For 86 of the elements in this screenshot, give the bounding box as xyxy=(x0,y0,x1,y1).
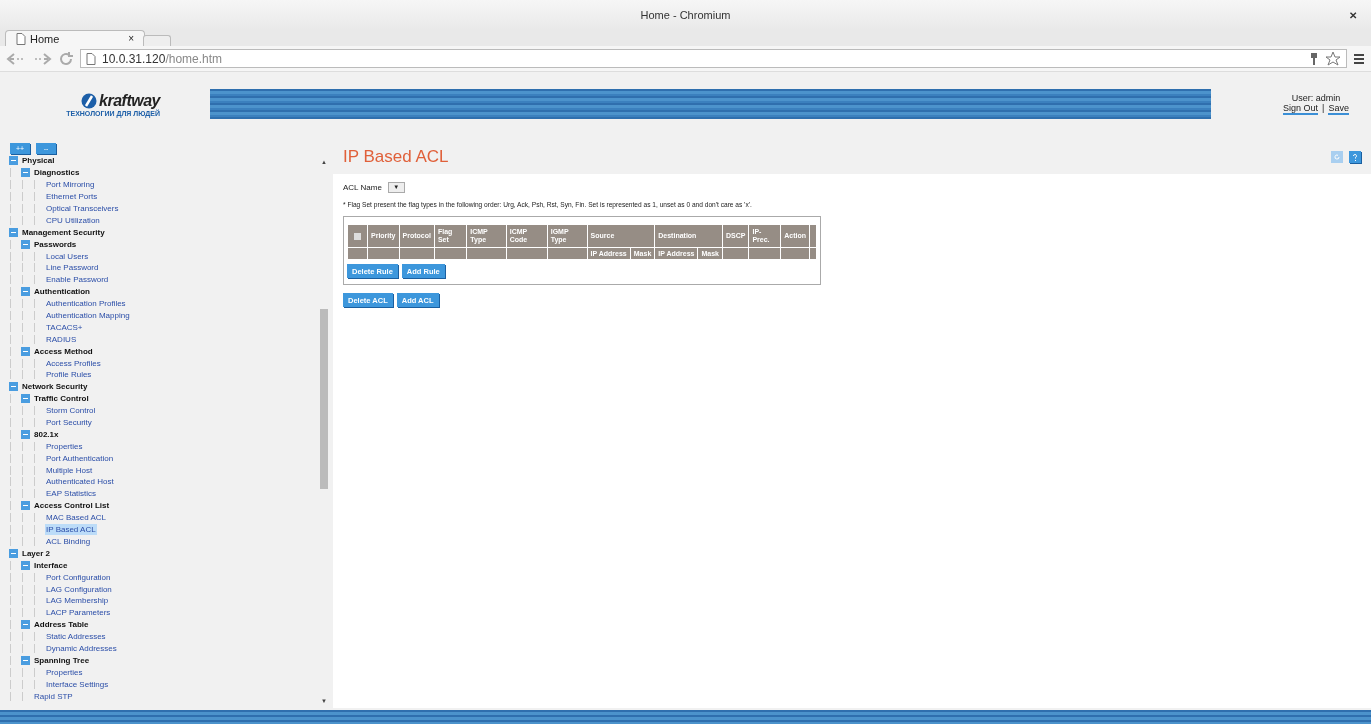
forward-icon[interactable] xyxy=(32,51,52,66)
tree-group[interactable]: Passwords xyxy=(34,238,77,250)
tree-link[interactable]: Local Users xyxy=(45,250,90,262)
new-tab-button[interactable] xyxy=(143,35,171,46)
user-label: User: admin xyxy=(1291,93,1341,103)
tree-link[interactable]: LAG Configuration xyxy=(45,583,113,595)
tree-group[interactable]: Authentication xyxy=(34,286,90,298)
tree-link[interactable]: Interface Settings xyxy=(45,678,110,690)
tree-link[interactable]: CPU Utilization xyxy=(45,214,101,226)
tree-link[interactable]: Properties xyxy=(45,666,84,678)
collapse-icon[interactable] xyxy=(9,156,18,166)
tree-group[interactable]: Interface xyxy=(34,559,68,571)
separator: | xyxy=(1322,103,1325,115)
tree-link[interactable]: Dynamic Addresses xyxy=(45,642,118,654)
tree-link[interactable]: LACP Parameters xyxy=(45,607,112,619)
refresh-icon xyxy=(1333,153,1341,161)
collapse-icon[interactable] xyxy=(21,429,30,439)
tree-link[interactable]: Enable Password xyxy=(45,274,110,286)
key-icon[interactable] xyxy=(1309,51,1319,66)
tab-title: Home xyxy=(30,32,60,45)
collapse-icon[interactable] xyxy=(21,655,30,665)
tree-link[interactable]: Static Addresses xyxy=(45,631,107,643)
address-field[interactable]: 10.0.31.120/home.htm xyxy=(80,49,1347,68)
collapse-icon[interactable] xyxy=(21,501,30,511)
brand-name: kraftway xyxy=(99,91,160,109)
tree-group[interactable]: Access Control List xyxy=(34,500,110,512)
tree-link[interactable]: Properties xyxy=(45,440,84,452)
collapse-icon[interactable] xyxy=(21,346,30,356)
tree-link[interactable]: Storm Control xyxy=(45,405,97,417)
logo-icon xyxy=(81,92,98,109)
collapse-icon[interactable] xyxy=(21,560,30,570)
tree-group[interactable]: Traffic Control xyxy=(34,393,89,405)
collapse-icon[interactable] xyxy=(9,227,18,237)
tree-link[interactable]: Ethernet Ports xyxy=(45,191,99,203)
collapse-icon[interactable] xyxy=(21,394,30,404)
close-icon[interactable]: ✕ xyxy=(1349,9,1357,21)
tree-link[interactable]: Authentication Profiles xyxy=(45,298,127,310)
tree-link[interactable]: Authenticated Host xyxy=(45,476,115,488)
window-title: Home - Chromium xyxy=(640,9,731,21)
tree-group[interactable]: Address Table xyxy=(34,619,89,631)
reload-icon[interactable] xyxy=(58,50,74,67)
tree-group[interactable]: Diagnostics xyxy=(34,167,80,179)
tree-link[interactable]: Port Configuration xyxy=(45,571,112,583)
tree-link[interactable]: RADIUS xyxy=(45,333,78,345)
star-icon[interactable] xyxy=(1325,50,1341,67)
menu-icon[interactable] xyxy=(1353,52,1365,65)
tree-link[interactable]: Optical Transceivers xyxy=(45,203,120,214)
collapse-icon[interactable] xyxy=(9,548,18,558)
tree-link[interactable]: EAP Statistics xyxy=(45,488,98,500)
save-link[interactable]: Save xyxy=(1328,103,1349,115)
tree-link[interactable]: Line Password xyxy=(45,262,100,274)
collapse-icon[interactable] xyxy=(21,620,30,630)
page-icon xyxy=(86,52,96,65)
tree-link[interactable]: LAG Membership xyxy=(45,595,110,607)
collapse-icon[interactable] xyxy=(21,168,30,178)
collapse-icon[interactable] xyxy=(21,287,30,297)
tree-group[interactable]: Physical xyxy=(22,155,55,167)
tree-link[interactable]: Multiple Host xyxy=(45,464,94,476)
browser-tab[interactable]: Home × xyxy=(5,30,145,46)
field-label: ACL Name xyxy=(343,183,382,192)
tree-group[interactable]: Spanning Tree xyxy=(34,654,90,666)
tree-link[interactable]: Port Security xyxy=(45,417,93,429)
help-button[interactable] xyxy=(1349,151,1361,163)
tree-link[interactable]: TACACS+ xyxy=(45,321,84,333)
tree-link[interactable]: Access Profiles xyxy=(45,357,102,369)
tree-link[interactable]: Rapid STP xyxy=(33,690,74,702)
tree-link[interactable]: Profile Rules xyxy=(45,369,93,381)
tree-group[interactable]: Network Security xyxy=(22,381,88,393)
tree-group[interactable]: Layer 2 xyxy=(22,547,51,559)
back-icon[interactable] xyxy=(6,51,26,66)
sign-out-link[interactable]: Sign Out xyxy=(1283,103,1319,115)
close-icon[interactable]: × xyxy=(128,33,134,44)
tree-link[interactable]: IP Based ACL xyxy=(45,524,97,536)
help-icon xyxy=(1351,153,1359,161)
collapse-icon[interactable] xyxy=(9,382,18,392)
tree-group[interactable]: Management Security xyxy=(22,226,105,238)
page-title: IP Based ACL xyxy=(343,147,449,167)
tree-link[interactable]: Port Mirroring xyxy=(45,179,96,191)
tree-link[interactable]: MAC Based ACL xyxy=(45,512,108,524)
tree-link[interactable]: Authentication Mapping xyxy=(45,310,131,321)
checkbox[interactable] xyxy=(354,232,361,240)
tree-link[interactable]: Port Authentication xyxy=(45,452,115,464)
collapse-icon[interactable] xyxy=(21,239,30,249)
tree-group[interactable]: Access Method xyxy=(34,345,93,357)
tree-group[interactable]: 802.1x xyxy=(34,428,59,440)
tree-link[interactable]: ACL Binding xyxy=(45,535,92,547)
